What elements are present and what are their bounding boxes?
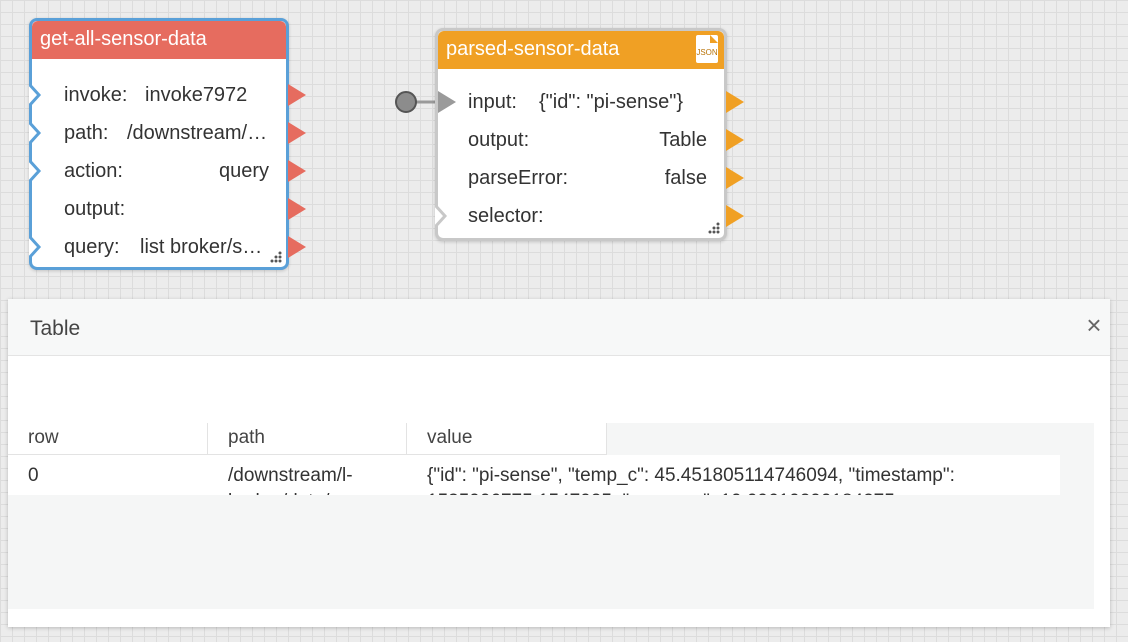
output-port-icon[interactable] <box>288 122 306 144</box>
input-port-icon[interactable] <box>438 91 458 113</box>
node-get-all-sensor-data[interactable]: get-all-sensor-data invoke: invoke7972 p… <box>29 18 306 270</box>
cell-row: 0 <box>28 465 39 486</box>
input-port-icon[interactable] <box>29 122 45 144</box>
json-file-icon: JSON <box>696 35 718 63</box>
output-port-icon[interactable] <box>726 129 744 151</box>
field-label: selector: <box>468 205 544 227</box>
output-port-icon[interactable] <box>288 236 306 258</box>
column-header-value[interactable]: value <box>407 423 607 455</box>
field-value: list broker/sensors <box>140 236 269 258</box>
node-title: get-all-sensor-data <box>40 28 207 50</box>
field-row-selector[interactable]: selector: <box>435 197 744 235</box>
node-header[interactable]: parsed-sensor-data JSON <box>438 31 724 69</box>
field-row-parseerror[interactable]: parseError: false <box>438 159 744 197</box>
field-value: query <box>218 160 269 182</box>
input-port-icon[interactable] <box>435 205 451 227</box>
field-row-invoke[interactable]: invoke: invoke7972 <box>29 76 306 114</box>
column-header-path[interactable]: path <box>208 423 407 455</box>
field-label: output: <box>468 129 530 151</box>
field-value: invoke7972 <box>145 84 248 106</box>
field-label: query: <box>64 236 120 258</box>
field-row-output[interactable]: output: Table <box>438 121 744 159</box>
field-label: path: <box>64 122 109 144</box>
field-label: invoke: <box>64 84 128 106</box>
input-port-icon[interactable] <box>29 236 45 258</box>
resize-handle-icon[interactable] <box>270 251 282 263</box>
data-grid: row path value 0 /downstream/l-broker/da… <box>8 423 1094 609</box>
input-port-icon[interactable] <box>29 160 45 182</box>
field-value: {"id": "pi-sense"} <box>539 91 684 113</box>
node-header[interactable]: get-all-sensor-data <box>32 21 286 59</box>
field-label: action: <box>64 160 123 182</box>
field-value: /downstream/l-broker/data/sensor <box>127 122 269 144</box>
panel-header: Table × <box>8 299 1110 356</box>
table-row[interactable]: 0 /downstream/l-broker/data/ {"id": "pi-… <box>8 455 1060 495</box>
output-port-icon[interactable] <box>288 160 306 182</box>
field-value: false <box>664 167 707 189</box>
node-title: parsed-sensor-data <box>446 38 620 60</box>
field-row-query[interactable]: query: list broker/sensors <box>29 228 306 266</box>
output-port-icon[interactable] <box>288 84 306 106</box>
field-label: parseError: <box>468 167 569 189</box>
node-parsed-sensor-data[interactable]: parsed-sensor-data JSON input: {"id": "p… <box>435 28 744 241</box>
field-label: output: <box>64 198 126 220</box>
close-icon[interactable]: × <box>1082 312 1106 338</box>
field-row-path[interactable]: path: /downstream/l-broker/data/sensor <box>29 114 306 152</box>
field-row-output[interactable]: output: <box>32 190 306 228</box>
output-port-icon[interactable] <box>726 205 744 227</box>
panel-title: Table <box>30 317 81 340</box>
input-port-icon[interactable] <box>29 84 45 106</box>
output-port-icon[interactable] <box>726 167 744 189</box>
field-label: input: <box>468 91 517 113</box>
field-row-action[interactable]: action: query <box>29 152 306 190</box>
grid-header: row path value <box>8 423 607 455</box>
table-panel: Table × row path value 0 /downstream/l-b… <box>8 299 1110 627</box>
column-header-row[interactable]: row <box>8 423 208 455</box>
output-port-icon[interactable] <box>288 198 306 220</box>
field-value: Table <box>659 129 707 151</box>
cell-path: /downstream/l-broker/data/ <box>228 465 353 495</box>
resize-handle-icon[interactable] <box>708 222 720 234</box>
cell-value: {"id": "pi-sense", "temp_c": 45.45180511… <box>427 465 955 495</box>
field-row-input[interactable]: input: {"id": "pi-sense"} <box>438 83 744 121</box>
output-port-icon[interactable] <box>726 91 744 113</box>
